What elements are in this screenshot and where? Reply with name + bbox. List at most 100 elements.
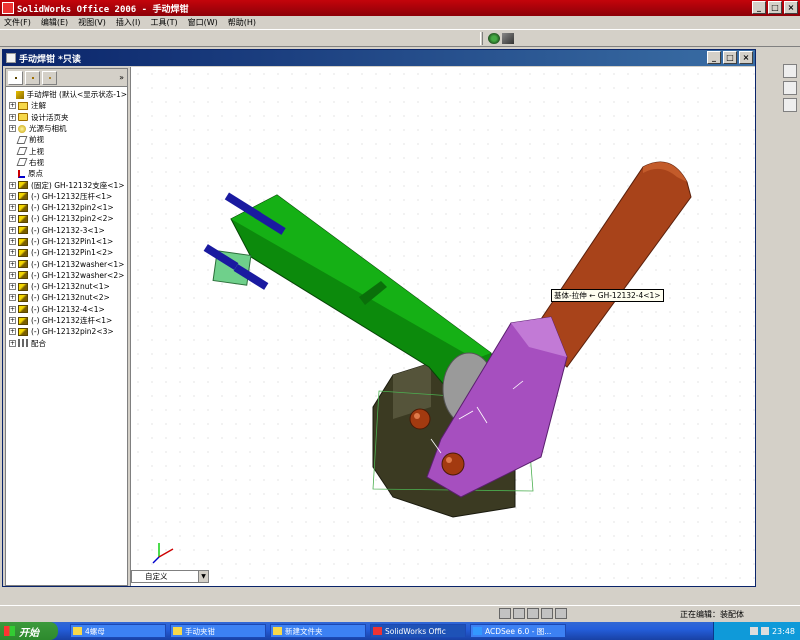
design-library-icon[interactable]: [783, 81, 797, 95]
tree-item[interactable]: + (-) GH-12132nut<2>: [6, 292, 127, 303]
chevron-down-icon[interactable]: ▼: [198, 571, 208, 582]
tree-item[interactable]: + (-) GH-12132nut<1>: [6, 281, 127, 292]
menu-edit[interactable]: 编辑(E): [41, 17, 68, 28]
doc-minimize-button[interactable]: _: [707, 51, 721, 64]
expand-icon[interactable]: +: [9, 192, 16, 200]
tray-icon-2[interactable]: [760, 627, 769, 635]
start-button[interactable]: 开始: [0, 622, 58, 640]
feature-manager-panel: » 手动焊钳 (默认<显示状态-1> + 注解 + 设计活页夹 + 光源与相机 前视 上视 右视原…: [5, 68, 128, 586]
menu-view[interactable]: 视图(V): [78, 17, 106, 28]
expand-icon[interactable]: +: [9, 215, 16, 223]
minimize-button[interactable]: _: [752, 1, 766, 14]
tree-item[interactable]: + (-) GH-12132压杆<1>: [6, 191, 127, 202]
expand-icon[interactable]: +: [9, 260, 16, 268]
toolbar-grip[interactable]: [480, 32, 483, 45]
tree-item-label: 前视: [29, 135, 44, 145]
status-icon-2[interactable]: [513, 608, 525, 619]
tree-item[interactable]: + 光源与相机: [6, 123, 127, 134]
graphics-area[interactable]: 基体-拉伸 ← GH-12132-4<1> 自定义 ▼: [130, 67, 755, 586]
rebuild-icon[interactable]: [488, 33, 500, 44]
assembly-model[interactable]: [131, 67, 755, 586]
expand-icon[interactable]: +: [9, 125, 16, 133]
pin-2[interactable]: [441, 452, 465, 476]
doc-close-button[interactable]: ×: [739, 51, 753, 64]
taskbar-item-3[interactable]: 新建文件夹: [270, 624, 366, 638]
document-title: 手动焊钳 *只读: [19, 54, 81, 65]
expand-icon[interactable]: +: [9, 317, 16, 325]
maximize-button[interactable]: □: [768, 1, 782, 14]
expand-icon[interactable]: +: [9, 305, 16, 313]
tree-item[interactable]: + (-) GH-12132pin2<1>: [6, 202, 127, 213]
status-icon-4[interactable]: [541, 608, 553, 619]
tree-item[interactable]: + (-) GH-12132pin2<3>: [6, 326, 127, 337]
app-title-bar[interactable]: SolidWorks Office 2006 - 手动焊钳 _ □ ×: [0, 0, 800, 16]
status-icon-3[interactable]: [527, 608, 539, 619]
part-icon: [18, 293, 28, 302]
property-manager-tab[interactable]: [25, 70, 40, 85]
taskbar-item-5[interactable]: ACDSee 6.0 - 图...: [470, 624, 566, 638]
tree-item-label: 注解: [31, 101, 46, 111]
taskbar-item-1[interactable]: 4螺母: [70, 624, 166, 638]
status-icon-5[interactable]: [555, 608, 567, 619]
tree-item[interactable]: + 注解: [6, 100, 127, 111]
menu-insert[interactable]: 插入(I): [116, 17, 141, 28]
tree-item[interactable]: + (-) GH-12132washer<2>: [6, 270, 127, 281]
solidworks-logo-icon: [2, 2, 14, 14]
tree-item[interactable]: + (-) GH-12132washer<1>: [6, 258, 127, 269]
feature-tree-tab[interactable]: [8, 70, 23, 85]
tree-item[interactable]: + 配合: [6, 338, 127, 349]
expand-icon[interactable]: +: [9, 204, 16, 212]
expand-icon[interactable]: +: [9, 181, 16, 189]
menu-file[interactable]: 文件(F): [4, 17, 31, 28]
more-tabs-icon[interactable]: »: [119, 73, 124, 82]
tree-item[interactable]: 右视: [6, 157, 127, 168]
taskbar-item-4[interactable]: SolidWorks Offic: [370, 624, 466, 638]
expand-icon[interactable]: +: [9, 328, 16, 336]
view-orientation-select[interactable]: 自定义 ▼: [131, 570, 209, 583]
close-button[interactable]: ×: [784, 1, 798, 14]
menu-window[interactable]: 窗口(W): [188, 17, 218, 28]
home-icon[interactable]: [783, 64, 797, 78]
expand-icon[interactable]: +: [9, 339, 16, 347]
tree-item[interactable]: 手动焊钳 (默认<显示状态-1>: [6, 89, 127, 100]
tray-icon-1[interactable]: [749, 627, 758, 635]
expand-icon[interactable]: +: [9, 294, 16, 302]
tree-item[interactable]: + (-) GH-12132Pin1<1>: [6, 236, 127, 247]
doc-maximize-button[interactable]: □: [723, 51, 737, 64]
expand-icon[interactable]: +: [9, 102, 16, 110]
tree-item[interactable]: + (-) GH-12132-3<1>: [6, 225, 127, 236]
menu-help[interactable]: 帮助(H): [228, 17, 256, 28]
part-icon: [18, 282, 28, 291]
folder-icon: [273, 627, 282, 635]
tree-item[interactable]: + 设计活页夹: [6, 112, 127, 123]
document-title-bar[interactable]: 手动焊钳 *只读 _ □ ×: [3, 50, 755, 66]
tree-item[interactable]: 上视: [6, 145, 127, 156]
tree-item[interactable]: + (-) GH-12132Pin1<2>: [6, 247, 127, 258]
start-label: 开始: [19, 627, 39, 639]
tree-item[interactable]: + (固定) GH-12132支座<1>: [6, 179, 127, 190]
expand-icon[interactable]: +: [9, 271, 16, 279]
status-icon-1[interactable]: [499, 608, 511, 619]
file-explorer-icon[interactable]: [783, 98, 797, 112]
part-icon: [18, 226, 28, 235]
tree-item[interactable]: + (-) GH-12132pin2<2>: [6, 213, 127, 224]
configuration-manager-tab[interactable]: [42, 70, 57, 85]
expand-icon[interactable]: +: [9, 238, 16, 245]
taskbar-item-label: 新建文件夹: [285, 626, 323, 636]
expand-icon[interactable]: +: [9, 113, 16, 121]
tree-item[interactable]: + (-) GH-12132-4<1>: [6, 304, 127, 315]
part-icon: [18, 214, 28, 223]
tree-item[interactable]: 原点: [6, 168, 127, 179]
tree-item-label: 原点: [28, 169, 43, 179]
expand-icon[interactable]: +: [9, 249, 16, 257]
expand-icon[interactable]: +: [9, 283, 16, 291]
taskbar-item-2[interactable]: 手动夹钳: [170, 624, 266, 638]
configuration-icon: [48, 76, 51, 79]
options-icon[interactable]: [502, 33, 514, 44]
tree-item[interactable]: 前视: [6, 134, 127, 145]
pin-1[interactable]: [409, 408, 431, 430]
part-icon: [18, 260, 28, 269]
tree-item[interactable]: + (-) GH-12132连杆<1>: [6, 315, 127, 326]
expand-icon[interactable]: +: [9, 226, 16, 234]
menu-tools[interactable]: 工具(T): [150, 17, 177, 28]
